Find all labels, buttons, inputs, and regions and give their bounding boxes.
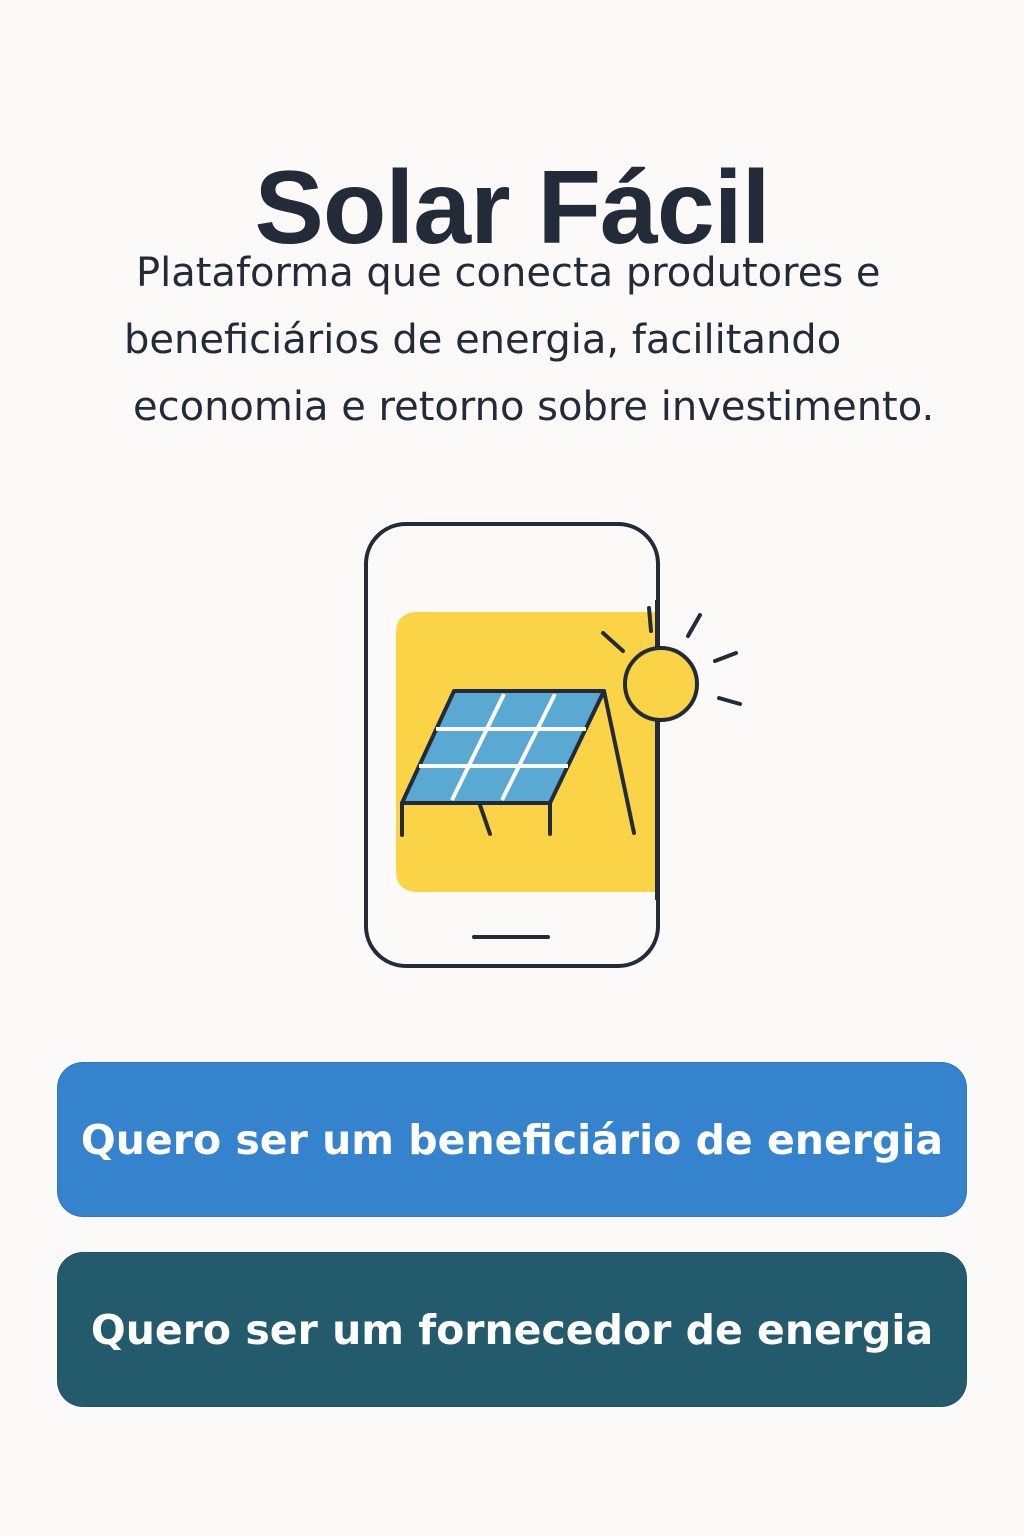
description-line: economia e retorno sobre investimento.	[133, 384, 935, 430]
solar-app-illustration	[364, 522, 742, 968]
supplier-button-label: Quero ser um fornecedor de energia	[90, 1305, 934, 1354]
description-line: beneficiários de energia, facilitando	[124, 317, 842, 363]
beneficiary-signup-button[interactable]: Quero ser um beneficiário de energia	[57, 1062, 967, 1217]
supplier-signup-button[interactable]: Quero ser um fornecedor de energia	[57, 1252, 967, 1407]
description-line: Plataforma que conecta produtores e	[136, 250, 881, 296]
beneficiary-button-label: Quero ser um beneficiário de energia	[80, 1115, 944, 1164]
